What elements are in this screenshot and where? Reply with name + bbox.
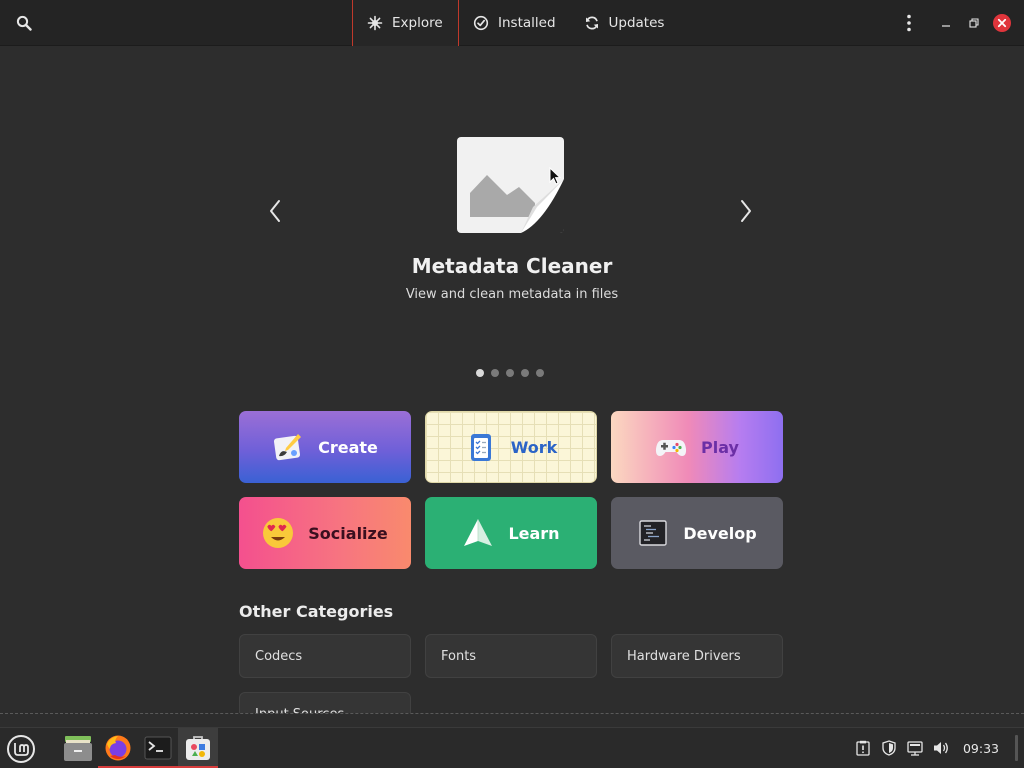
tab-explore-label: Explore [392,15,443,31]
taskbar-app-firefox[interactable] [98,728,138,768]
tab-updates-label: Updates [608,15,665,31]
tab-installed-label: Installed [498,15,556,31]
carousel-dot[interactable] [536,369,544,377]
start-menu-button[interactable] [5,733,37,765]
category-learn[interactable]: Learn [425,497,597,569]
chevron-right-icon [741,200,751,222]
main-menu-button[interactable] [895,9,923,37]
category-play-label: Play [701,437,739,457]
carousel-dot[interactable] [506,369,514,377]
category-develop[interactable]: Develop [611,497,783,569]
tab-installed[interactable]: Installed [459,0,570,46]
gamepad-icon [655,431,687,463]
featured-app-icon[interactable] [457,137,564,233]
check-circle-icon [473,15,489,31]
paper-plane-icon [462,517,494,549]
window-bottom-edge [0,713,1024,728]
category-fonts[interactable]: Fonts [425,634,597,678]
system-tray: 09:33 [855,728,1018,768]
close-icon [993,14,1011,32]
kebab-menu-icon [907,14,911,32]
category-work[interactable]: Work [425,411,597,483]
task-list [58,728,218,768]
category-work-label: Work [510,437,558,457]
category-create[interactable]: Create [239,411,411,483]
explore-icon [367,15,383,31]
volume-icon[interactable] [933,740,949,756]
maximize-icon [969,18,979,28]
mouse-cursor-icon [549,167,561,185]
category-create-label: Create [318,437,378,457]
tab-updates[interactable]: Updates [570,0,679,46]
header-bar: Explore Installed Updates [0,0,1024,46]
clipboard-alert-icon[interactable] [855,740,871,756]
close-button[interactable] [988,9,1016,37]
taskbar-app-software[interactable] [178,728,218,768]
carousel-dot[interactable] [521,369,529,377]
folder-icon [64,736,92,761]
search-button[interactable] [10,9,38,37]
image-placeholder-icon [457,137,564,233]
shield-update-icon[interactable] [881,740,897,756]
featured-app-summary: View and clean metadata in files [405,287,619,302]
carousel-dot[interactable] [491,369,499,377]
clock[interactable]: 09:33 [963,741,999,756]
refresh-icon [584,15,600,31]
window-controls [932,9,1016,37]
carousel-previous-button[interactable] [263,194,287,228]
taskbar-app-terminal[interactable] [138,728,178,768]
featured-app-title: Metadata Cleaner [411,254,613,278]
show-desktop-button[interactable] [1015,735,1018,761]
software-store-icon [186,736,210,760]
carousel-next-button[interactable] [734,194,758,228]
taskbar-app-files[interactable] [58,728,98,768]
carousel-indicators [476,369,544,377]
network-icon[interactable] [907,740,923,756]
other-categories-heading: Other Categories [239,602,394,621]
category-codecs[interactable]: Codecs [239,634,411,678]
taskbar: 09:33 [0,727,1024,768]
category-hardware-drivers[interactable]: Hardware Drivers [611,634,783,678]
category-socialize[interactable]: Socialize [239,497,411,569]
category-develop-label: Develop [683,523,757,543]
featured-carousel: Metadata Cleaner View and clean metadata… [0,46,1024,386]
terminal-icon [144,736,172,760]
terminal-code-icon [637,517,669,549]
category-learn-label: Learn [508,523,560,543]
firefox-icon [105,735,131,761]
search-icon [16,15,32,31]
category-tiles: Create Work Play Socialize Learn Develop [239,411,783,569]
maximize-button[interactable] [960,9,988,37]
clipboard-checklist-icon [465,431,497,463]
heart-eyes-emoji-icon [262,517,294,549]
carousel-dot[interactable] [476,369,484,377]
minimize-button[interactable] [932,9,960,37]
category-socialize-label: Socialize [308,523,388,543]
view-switcher: Explore Installed Updates [352,0,678,46]
category-play[interactable]: Play [611,411,783,483]
palette-icon [272,431,304,463]
mint-logo-icon [7,735,35,763]
tab-explore[interactable]: Explore [352,0,459,46]
minimize-icon [942,25,950,27]
chevron-left-icon [270,200,280,222]
